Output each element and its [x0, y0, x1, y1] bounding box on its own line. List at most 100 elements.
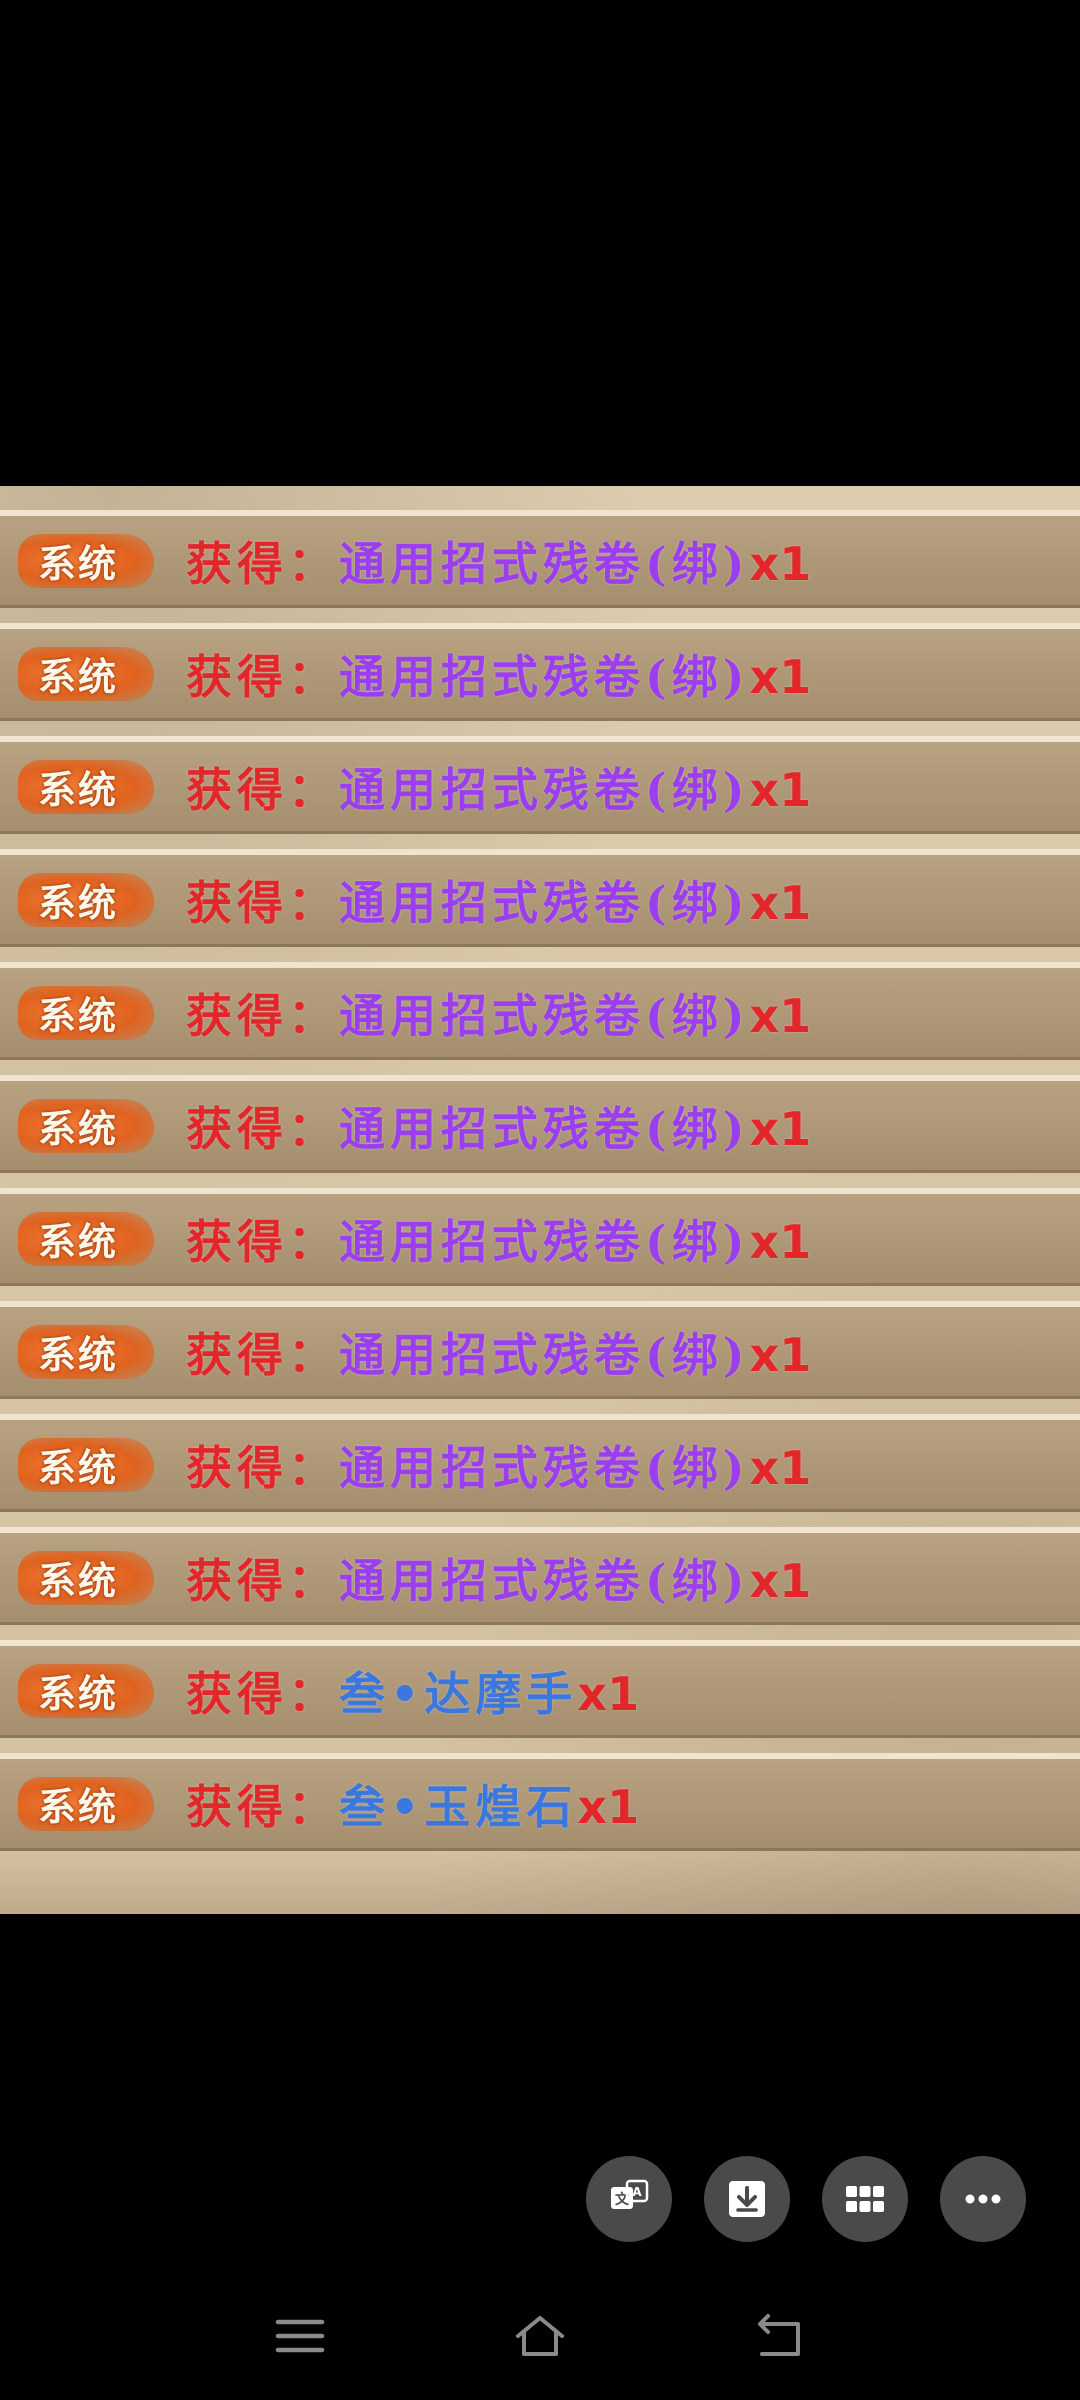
system-badge-label: 系统	[37, 1332, 118, 1377]
recent-apps-button[interactable]	[270, 2308, 330, 2364]
system-badge: 系统	[18, 1663, 154, 1718]
log-message: 获得：通用招式残卷(绑)x1	[186, 1432, 811, 1498]
item-name: 通用招式残卷(绑)	[339, 762, 750, 817]
message-prefix: 获得：	[186, 536, 339, 591]
log-row: 系统 获得：通用招式残卷(绑)x1	[0, 510, 1080, 608]
grid-icon	[846, 2186, 884, 2212]
log-message: 获得：通用招式残卷(绑)x1	[186, 1545, 811, 1611]
menu-icon	[275, 2319, 325, 2353]
item-quantity: x1	[749, 536, 812, 591]
log-message: 获得：通用招式残卷(绑)x1	[186, 1206, 811, 1272]
item-name: 通用招式残卷(绑)	[339, 1553, 750, 1608]
game-log-image[interactable]: 系统 获得：通用招式残卷(绑)x1 系统 获得：通用招式残卷(绑)x1 系统 获得：通用招…	[0, 486, 1080, 1914]
message-prefix: 获得：	[186, 1101, 339, 1156]
system-badge: 系统	[18, 1437, 154, 1492]
item-quantity: x1	[577, 1666, 640, 1721]
system-badge-label: 系统	[37, 880, 118, 925]
system-badge-label: 系统	[37, 1219, 118, 1264]
image-viewer: 系统 获得：通用招式残卷(绑)x1 系统 获得：通用招式残卷(绑)x1 系统 获得：通用招…	[0, 0, 1080, 2400]
message-prefix: 获得：	[186, 1214, 339, 1269]
message-prefix: 获得：	[186, 762, 339, 817]
message-prefix: 获得：	[186, 1779, 339, 1834]
log-message: 获得：叁•玉煌石x1	[186, 1771, 639, 1837]
log-row: 系统 获得：通用招式残卷(绑)x1	[0, 849, 1080, 947]
item-name: 叁•达摩手	[339, 1666, 578, 1721]
decorative-landscape	[0, 1854, 1080, 1914]
more-icon	[965, 2194, 1001, 2204]
log-message: 获得：通用招式残卷(绑)x1	[186, 754, 811, 820]
item-quantity: x1	[749, 1327, 812, 1382]
system-badge: 系统	[18, 1098, 154, 1153]
log-row: 系统 获得：通用招式残卷(绑)x1	[0, 1527, 1080, 1625]
item-name: 通用招式残卷(绑)	[339, 988, 750, 1043]
log-message: 获得：通用招式残卷(绑)x1	[186, 1319, 811, 1385]
system-badge-label: 系统	[37, 767, 118, 812]
item-name: 通用招式残卷(绑)	[339, 1440, 750, 1495]
message-prefix: 获得：	[186, 1553, 339, 1608]
message-prefix: 获得：	[186, 1666, 339, 1721]
system-badge-label: 系统	[37, 1106, 118, 1151]
system-badge: 系统	[18, 872, 154, 927]
item-quantity: x1	[749, 1101, 812, 1156]
item-name: 通用招式残卷(绑)	[339, 1327, 750, 1382]
system-badge-label: 系统	[37, 1558, 118, 1603]
system-badge: 系统	[18, 1211, 154, 1266]
more-button[interactable]	[940, 2156, 1026, 2242]
item-name: 通用招式残卷(绑)	[339, 536, 750, 591]
download-button[interactable]	[704, 2156, 790, 2242]
log-message: 获得：通用招式残卷(绑)x1	[186, 641, 811, 707]
system-badge-label: 系统	[37, 654, 118, 699]
svg-text:A: A	[632, 2185, 642, 2199]
log-message: 获得：通用招式残卷(绑)x1	[186, 528, 811, 594]
translate-icon: 文 A	[611, 2179, 649, 2209]
message-prefix: 获得：	[186, 1440, 339, 1495]
log-row: 系统 获得：通用招式残卷(绑)x1	[0, 962, 1080, 1060]
item-name: 通用招式残卷(绑)	[339, 1214, 750, 1269]
home-icon	[516, 2316, 564, 2356]
log-message: 获得：叁•达摩手x1	[186, 1658, 639, 1724]
system-badge: 系统	[18, 533, 154, 588]
item-name: 叁•玉煌石	[339, 1779, 578, 1834]
system-badge: 系统	[18, 646, 154, 701]
system-badge-label: 系统	[37, 1671, 118, 1716]
system-badge: 系统	[18, 1324, 154, 1379]
item-quantity: x1	[749, 1553, 812, 1608]
log-row: 系统 获得：通用招式残卷(绑)x1	[0, 1301, 1080, 1399]
log-message: 获得：通用招式残卷(绑)x1	[186, 1093, 811, 1159]
item-quantity: x1	[749, 1440, 812, 1495]
log-message: 获得：通用招式残卷(绑)x1	[186, 867, 811, 933]
item-quantity: x1	[749, 875, 812, 930]
item-quantity: x1	[749, 1214, 812, 1269]
message-prefix: 获得：	[186, 649, 339, 704]
log-row: 系统 获得：通用招式残卷(绑)x1	[0, 1414, 1080, 1512]
item-quantity: x1	[749, 988, 812, 1043]
log-row: 系统 获得：通用招式残卷(绑)x1	[0, 623, 1080, 721]
message-prefix: 获得：	[186, 988, 339, 1043]
system-badge-label: 系统	[37, 1784, 118, 1829]
log-row: 系统 获得：通用招式残卷(绑)x1	[0, 1188, 1080, 1286]
system-badge: 系统	[18, 985, 154, 1040]
item-quantity: x1	[749, 649, 812, 704]
log-row: 系统 获得：通用招式残卷(绑)x1	[0, 736, 1080, 834]
system-badge-label: 系统	[37, 541, 118, 586]
translate-button[interactable]: 文 A	[586, 2156, 672, 2242]
message-prefix: 获得：	[186, 1327, 339, 1382]
home-button[interactable]	[510, 2308, 570, 2364]
log-message: 获得：通用招式残卷(绑)x1	[186, 980, 811, 1046]
system-badge-label: 系统	[37, 993, 118, 1038]
message-prefix: 获得：	[186, 875, 339, 930]
item-quantity: x1	[749, 762, 812, 817]
item-name: 通用招式残卷(绑)	[339, 649, 750, 704]
apps-button[interactable]	[822, 2156, 908, 2242]
item-name: 通用招式残卷(绑)	[339, 1101, 750, 1156]
log-row: 系统 获得：通用招式残卷(绑)x1	[0, 1075, 1080, 1173]
item-quantity: x1	[577, 1779, 640, 1834]
back-button[interactable]	[750, 2308, 810, 2364]
system-badge-label: 系统	[37, 1445, 118, 1490]
log-row: 系统 获得：叁•达摩手x1	[0, 1640, 1080, 1738]
item-name: 通用招式残卷(绑)	[339, 875, 750, 930]
log-row: 系统 获得：叁•玉煌石x1	[0, 1753, 1080, 1851]
system-badge: 系统	[18, 1776, 154, 1831]
system-badge: 系统	[18, 1550, 154, 1605]
system-badge: 系统	[18, 759, 154, 814]
